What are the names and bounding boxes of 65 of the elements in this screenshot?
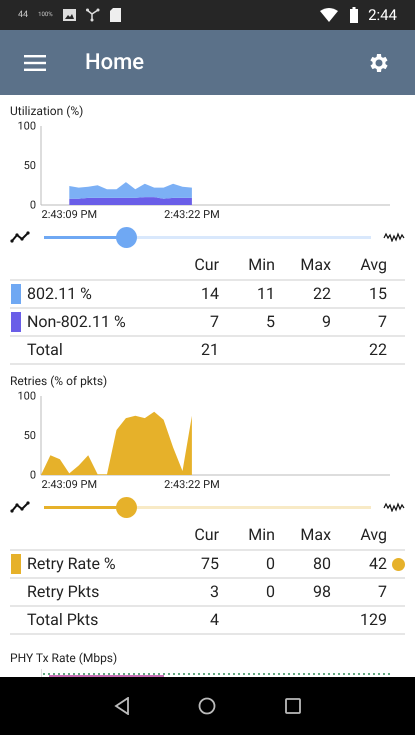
row-label: 802.11 % [27, 283, 92, 305]
column-header: Min [247, 254, 275, 276]
signal-text: 44 [18, 10, 28, 20]
table-cell-text: 0 [265, 581, 275, 603]
column-header: Max [299, 254, 331, 276]
y-tick-label: 0 [30, 198, 36, 212]
clock: 2:44 [368, 4, 397, 26]
chart-title: Utilization (%) [9, 103, 84, 119]
wifi-icon [320, 8, 338, 22]
table-cell-text: 129 [359, 609, 387, 631]
y-tick-label: 50 [24, 159, 36, 172]
x-tick-label: 2:43:09 PM [42, 208, 98, 221]
row-label: Total [27, 339, 63, 361]
waveform-icon[interactable] [383, 502, 405, 512]
line-chart-icon[interactable] [10, 231, 30, 243]
row-label: Total Pkts [27, 609, 98, 631]
table-cell-text: 80 [312, 553, 331, 575]
table-cell-text: 9 [321, 311, 331, 333]
column-header: Cur [193, 254, 219, 276]
table-cell-text: 7 [377, 311, 387, 333]
table-cell-text: 75 [200, 553, 219, 575]
battery-icon [350, 7, 358, 23]
row-label: Retry Rate % [27, 553, 116, 575]
row-label: Non-802.11 % [27, 311, 126, 333]
slider-thumb[interactable] [116, 496, 137, 518]
table-cell-text: 15 [368, 283, 387, 305]
x-tick-label: 2:43:22 PM [164, 478, 220, 491]
table-cell-text: 22 [312, 283, 331, 305]
image-icon [62, 9, 76, 21]
home-icon[interactable] [198, 697, 216, 715]
menu-icon[interactable] [24, 54, 46, 70]
line-chart-icon[interactable] [10, 501, 30, 513]
x-tick-label: 2:43:09 PM [42, 478, 98, 491]
chart-title: PHY Tx Rate (Mbps) [9, 650, 118, 667]
screen-title: Home [85, 49, 144, 77]
table-cell-text: 5 [265, 311, 275, 333]
table-cell-text: 42 [368, 553, 387, 575]
table-cell-text: 3 [209, 581, 219, 603]
table-cell-text: 14 [200, 283, 219, 305]
y-tick-label: 0 [30, 468, 36, 482]
sd-card-icon [110, 8, 121, 22]
table-cell-text: 11 [256, 283, 275, 305]
y-tick-label: 100 [17, 390, 36, 402]
waveform-icon[interactable] [383, 232, 405, 242]
column-header: Avg [359, 254, 387, 276]
connection-icon [86, 8, 100, 22]
table-cell-text: 0 [265, 553, 275, 575]
overview-icon[interactable] [284, 698, 301, 714]
row-label: Retry Pkts [27, 581, 100, 603]
chart-title: Retries (% of pkts) [9, 373, 108, 389]
table-cell-text: 22 [368, 339, 387, 361]
y-tick-label: 100 [17, 120, 36, 132]
column-header: Min [247, 524, 275, 546]
back-icon[interactable] [114, 697, 130, 715]
table-cell-text: 7 [377, 581, 387, 603]
slider-thumb[interactable] [116, 226, 137, 248]
x-tick-label: 2:43:22 PM [164, 208, 220, 221]
column-header: Max [299, 524, 331, 546]
table-cell-text: 98 [312, 581, 331, 603]
table-cell-text: 4 [209, 609, 219, 631]
column-header: Cur [193, 524, 219, 546]
table-cell-text: 21 [200, 339, 219, 361]
table-cell-text: 7 [209, 311, 219, 333]
column-header: Avg [359, 524, 387, 546]
y-tick-label: 50 [24, 429, 36, 442]
